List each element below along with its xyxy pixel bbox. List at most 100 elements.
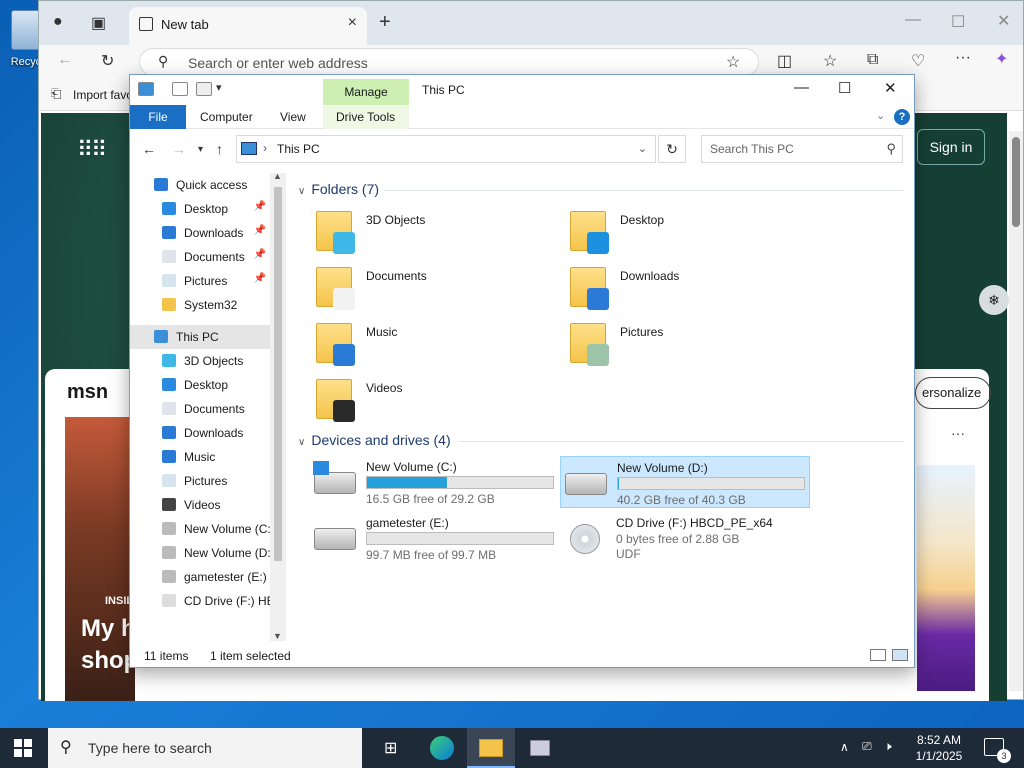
copilot-icon[interactable]: ✦ bbox=[995, 49, 1008, 69]
chevron-down-icon[interactable]: ⌄ bbox=[638, 142, 647, 155]
drive-item[interactable]: gametester (E:) 99.7 MB free of 99.7 MB bbox=[310, 512, 560, 564]
sidebar-item[interactable]: Downloads 📌 bbox=[130, 221, 270, 245]
sidebar-item[interactable]: Videos bbox=[130, 493, 270, 517]
tab-new-tab[interactable]: New tab × bbox=[129, 7, 367, 45]
details-view-icon[interactable] bbox=[870, 649, 886, 661]
tab-actions-icon[interactable]: ▣ bbox=[91, 13, 106, 33]
drives-group-header[interactable]: ∨ Devices and drives (4) bbox=[298, 432, 451, 448]
properties-quick-icon[interactable] bbox=[172, 82, 188, 96]
split-screen-icon[interactable]: ◫ bbox=[777, 51, 792, 71]
manage-tab[interactable]: Manage bbox=[323, 85, 409, 99]
sidebar-item[interactable]: This PC bbox=[130, 325, 270, 349]
computer-tab[interactable]: Computer bbox=[200, 110, 253, 124]
file-tab[interactable]: File bbox=[130, 105, 186, 129]
sidebar-item[interactable]: New Volume (C: bbox=[130, 517, 270, 541]
folder-item[interactable]: Videos bbox=[314, 373, 554, 425]
drive-item[interactable]: New Volume (D:) 40.2 GB free of 40.3 GB bbox=[560, 456, 810, 508]
large-icons-view-icon[interactable] bbox=[892, 649, 908, 661]
folder-item[interactable]: Downloads bbox=[568, 261, 808, 313]
close-icon[interactable]: ✕ bbox=[997, 11, 1010, 31]
edge-taskbar-button[interactable] bbox=[418, 728, 466, 768]
sidebar-item[interactable]: Music bbox=[130, 445, 270, 469]
sidebar-item[interactable]: Documents bbox=[130, 397, 270, 421]
collections-icon[interactable]: ⧉ bbox=[867, 51, 878, 69]
customize-quick-access-icon[interactable]: ▾ bbox=[216, 81, 222, 94]
sidebar-item[interactable]: Downloads bbox=[130, 421, 270, 445]
address-bar[interactable]: ⚲ Search or enter web address ☆ bbox=[139, 48, 759, 76]
sidebar-item[interactable]: CD Drive (F:) HB bbox=[130, 589, 270, 613]
new-tab-plus-icon[interactable]: + bbox=[379, 11, 391, 34]
browser-essentials-icon[interactable]: ♡ bbox=[911, 51, 925, 71]
scroll-up-icon[interactable]: ▲ bbox=[273, 171, 282, 181]
sidebar-item[interactable]: gametester (E:) bbox=[130, 565, 270, 589]
new-folder-quick-icon[interactable] bbox=[196, 82, 212, 96]
snowflake-icon[interactable]: ❄ bbox=[979, 285, 1009, 315]
forward-icon[interactable]: → bbox=[172, 141, 186, 157]
view-tab[interactable]: View bbox=[280, 110, 306, 124]
apps-grid-icon[interactable]: ⠿⠿ bbox=[77, 137, 107, 163]
sidebar-item[interactable]: System32 bbox=[130, 293, 270, 317]
close-icon[interactable]: ✕ bbox=[884, 79, 897, 97]
sidebar-item[interactable]: Documents 📌 bbox=[130, 245, 270, 269]
windows-drive-icon bbox=[313, 461, 356, 494]
close-tab-icon[interactable]: × bbox=[348, 14, 357, 32]
refresh-icon[interactable]: ↻ bbox=[101, 51, 114, 71]
folder-icon bbox=[570, 211, 609, 254]
sign-in-button[interactable]: Sign in bbox=[917, 129, 985, 165]
folder-item[interactable]: Desktop bbox=[568, 205, 808, 257]
start-button[interactable] bbox=[14, 739, 32, 757]
navigation-pane-scrollbar[interactable]: ▲ ▼ bbox=[270, 171, 286, 641]
sidebar-item[interactable]: Quick access bbox=[130, 173, 270, 197]
more-menu-icon[interactable]: ··· bbox=[955, 49, 971, 67]
sidebar-item[interactable]: New Volume (D: bbox=[130, 541, 270, 565]
maximize-icon[interactable]: ☐ bbox=[838, 79, 851, 97]
clock[interactable]: 8:52 AM 1/1/2025 bbox=[904, 732, 974, 764]
sidebar-item[interactable]: Pictures 📌 bbox=[130, 269, 270, 293]
favorites-icon[interactable]: ☆ bbox=[823, 51, 837, 71]
personalize-button[interactable]: ersonalize bbox=[915, 377, 991, 409]
task-view-button[interactable]: ⊞ bbox=[368, 728, 416, 768]
favorite-star-icon[interactable]: ☆ bbox=[726, 52, 740, 72]
back-icon[interactable]: ← bbox=[57, 51, 73, 69]
taskbar-search-box[interactable]: ⚲ Type here to search bbox=[48, 728, 362, 768]
app-taskbar-button[interactable] bbox=[516, 728, 564, 768]
minimize-icon[interactable]: — bbox=[905, 11, 921, 29]
sidebar-item[interactable]: Desktop bbox=[130, 373, 270, 397]
folder-item[interactable]: Documents bbox=[314, 261, 554, 313]
scroll-down-icon[interactable]: ▼ bbox=[273, 631, 282, 641]
sidebar-item[interactable]: Pictures bbox=[130, 469, 270, 493]
folder-item[interactable]: Music bbox=[314, 317, 554, 369]
folder-item[interactable]: Pictures bbox=[568, 317, 808, 369]
edge-scrollbar[interactable] bbox=[1009, 131, 1023, 691]
profile-icon[interactable]: ● bbox=[53, 13, 63, 31]
sidebar-item[interactable]: 3D Objects bbox=[130, 349, 270, 373]
expand-ribbon-icon[interactable]: ⌄ bbox=[876, 109, 885, 122]
notifications-icon[interactable]: 3 bbox=[984, 738, 1011, 763]
up-icon[interactable]: ↑ bbox=[216, 141, 223, 157]
search-input[interactable]: Search This PC ⚲ bbox=[701, 135, 903, 163]
network-icon[interactable]: ⎚ bbox=[862, 739, 872, 754]
drive-tools-tab[interactable]: Drive Tools bbox=[336, 110, 395, 124]
more-options-icon[interactable]: ··· bbox=[951, 425, 965, 441]
recent-locations-icon[interactable]: ▾ bbox=[198, 144, 203, 155]
maximize-icon[interactable]: ☐ bbox=[951, 12, 965, 32]
back-icon[interactable]: ← bbox=[142, 141, 156, 157]
file-explorer-taskbar-button[interactable] bbox=[467, 728, 515, 768]
chevron-down-icon[interactable]: ∨ bbox=[298, 437, 305, 448]
refresh-button[interactable]: ↻ bbox=[658, 135, 686, 163]
feed-story-image[interactable]: INSIL My h shop bbox=[65, 417, 138, 701]
minimize-icon[interactable]: — bbox=[794, 79, 809, 96]
help-icon[interactable]: ? bbox=[894, 109, 910, 125]
sidebar-item[interactable]: Desktop 📌 bbox=[130, 197, 270, 221]
folder-item[interactable]: 3D Objects bbox=[314, 205, 554, 257]
volume-muted-icon[interactable]: 🕨 bbox=[884, 739, 892, 754]
drive-item[interactable]: CD Drive (F:) HBCD_PE_x64 0 bytes free of… bbox=[560, 512, 810, 564]
chevron-down-icon[interactable]: ∨ bbox=[298, 186, 305, 197]
folders-group-header[interactable]: ∨ Folders (7) bbox=[298, 181, 379, 197]
address-bar[interactable]: › This PC ⌄ bbox=[236, 135, 656, 163]
show-hidden-icons-icon[interactable]: ∧ bbox=[840, 740, 849, 754]
import-favorites-link[interactable]: Import favo bbox=[73, 88, 133, 102]
chevron-right-icon[interactable]: › bbox=[263, 141, 267, 155]
drive-item[interactable]: New Volume (C:) 16.5 GB free of 29.2 GB bbox=[310, 456, 560, 508]
feed-story-thumbnails[interactable] bbox=[917, 465, 975, 691]
